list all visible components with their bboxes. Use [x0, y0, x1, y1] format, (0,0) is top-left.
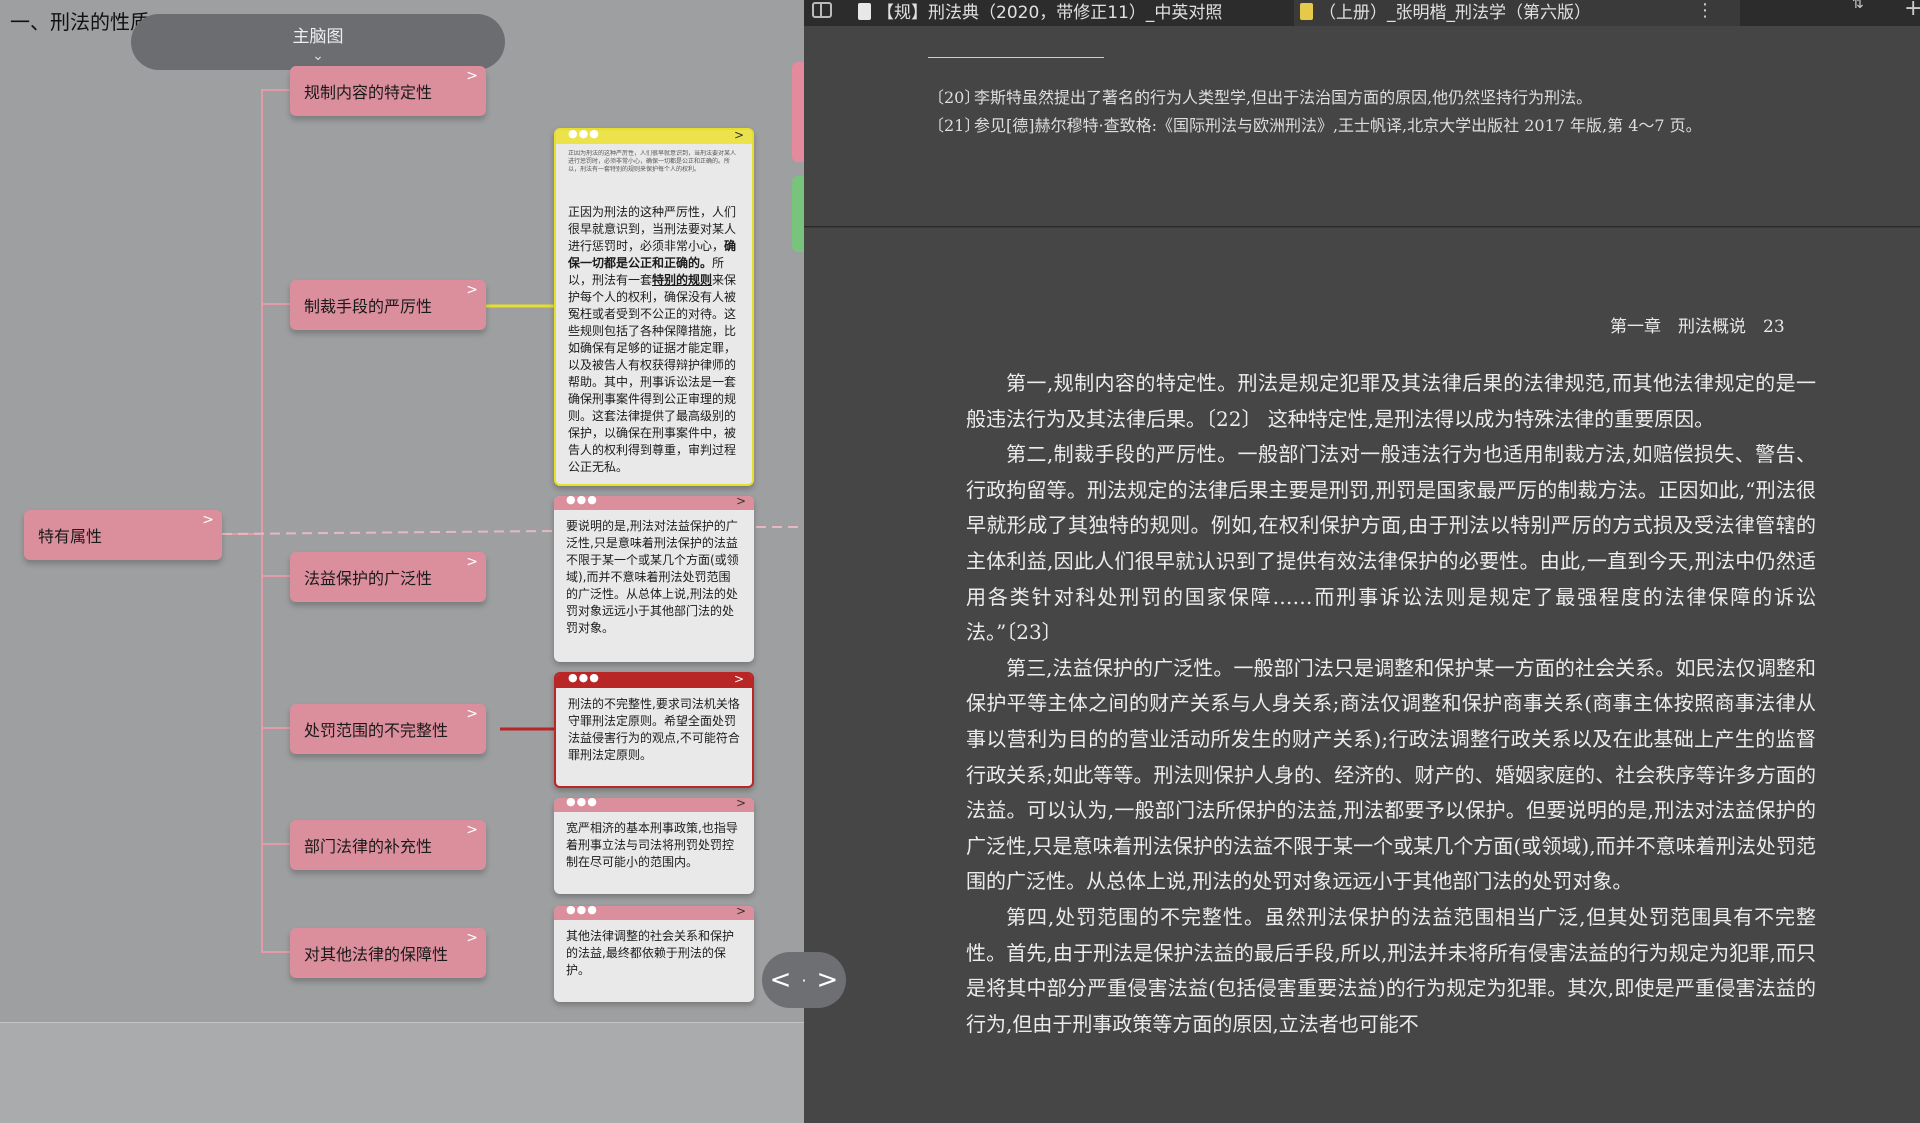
card-header: ●●● > — [554, 496, 754, 510]
card-text-pre: 正因为刑法的这种严厉性，人们很早就意识到，当刑法要对某人进行惩罚时，必须非常小心… — [568, 205, 737, 253]
branch-node-guarantee[interactable]: 对其他法律的保障性 > — [290, 928, 486, 978]
sidebar-toggle-icon[interactable] — [812, 2, 832, 18]
page-navigator[interactable]: < · > — [762, 952, 846, 1008]
expand-arrow-icon[interactable]: > — [736, 496, 746, 508]
expand-arrow-icon[interactable]: > — [736, 906, 746, 918]
connector-root-branch1 — [222, 89, 290, 535]
expand-arrow-icon[interactable]: > — [466, 706, 478, 722]
document-icon — [858, 3, 871, 20]
note-card-guarantee[interactable]: ●●● > 其他法律调整的社会关系和保护的法益,最终都依赖于刑法的保护。 — [554, 906, 754, 1002]
dots-icon: ●●● — [566, 798, 598, 808]
card-header: ●●● > — [554, 798, 754, 812]
tab-criminal-code[interactable]: 【规】刑法典（2020，带修正11）_中英对照 — [858, 0, 1278, 26]
mindmap-pane: 一、刑法的性质 主脑图 ⌄ 特有属性 > 规制内容的特定性 > 制裁手段的严厉性… — [0, 0, 804, 1123]
footnote-number: 〔20〕 — [928, 88, 981, 107]
branch-node-specificity[interactable]: 规制内容的特定性 > — [290, 66, 486, 116]
chevron-down-icon[interactable]: ⌄ — [312, 48, 324, 64]
paragraph: 第二,制裁手段的严厉性。一般部门法对一般违法行为也适用制裁方法,如赔偿损失、警告… — [966, 442, 1816, 645]
reader-tab-bar: 【规】刑法典（2020，带修正11）_中英对照 （上册）_张明楷_刑法学（第六版… — [804, 0, 1920, 26]
root-node[interactable]: 特有属性 > — [24, 510, 222, 560]
running-head: 第一章 刑法概说 23 — [1610, 317, 1785, 337]
paragraph: 第一,规制内容的特定性。刑法是规定犯罪及其法律后果的法律规范,而其他法律规定的是… — [966, 371, 1816, 431]
previous-page-button[interactable]: < — [770, 965, 792, 995]
card-thumbnail-text: 正因为刑法的这种严厉性，人们很早就意识到，当刑法要对某人进行惩罚时，必须非常小心… — [568, 150, 737, 173]
expand-arrow-icon[interactable]: > — [466, 68, 478, 84]
more-options-icon[interactable]: ⋮ — [1696, 0, 1714, 21]
connector-root-trunk — [261, 534, 290, 953]
branch-node-label: 法益保护的广泛性 — [304, 569, 433, 588]
footnote-text: 李斯特虽然提出了著名的行为人类型学,但出于法治国方面的原因,他仍然坚持行为刑法。 — [974, 88, 1593, 107]
sort-arrows-icon[interactable]: ⇅ — [1852, 0, 1864, 11]
expand-arrow-icon[interactable]: > — [734, 130, 744, 142]
divider-dot: · — [801, 970, 807, 990]
note-card-incompleteness[interactable]: ●●● > 刑法的不完整性,要求司法机关恪守罪刑法定原则。希望全面处罚法益侵害行… — [554, 672, 754, 788]
card-header: ●●● > — [556, 674, 752, 688]
previous-page: 〔20〕李斯特虽然提出了著名的行为人类型学,但出于法治国方面的原因,他仍然坚持行… — [804, 26, 1920, 227]
footnote-text: 参见[德]赫尔穆特·查致格:《国际刑法与欧洲刑法》,王士帆译,北京大学出版社 2… — [974, 116, 1702, 135]
branch-node-label: 规制内容的特定性 — [304, 83, 433, 102]
pdf-reader-pane: 【规】刑法典（2020，带修正11）_中英对照 （上册）_张明楷_刑法学（第六版… — [804, 0, 1920, 1123]
expand-arrow-icon[interactable]: > — [466, 822, 478, 838]
add-tab-icon[interactable]: + — [1904, 0, 1920, 21]
breadcrumb: 一、刑法的性质 — [10, 10, 150, 34]
note-card-breadth[interactable]: ●●● > 要说明的是,刑法对法益保护的广泛性,只是意味着刑法保护的法益不限于某… — [554, 496, 754, 662]
card-header: ●●● > — [554, 906, 754, 920]
expand-arrow-icon[interactable]: > — [202, 512, 214, 528]
root-node-label: 特有属性 — [38, 527, 103, 546]
note-card-supplementary[interactable]: ●●● > 宽严相济的基本刑事政策,也指导着刑事立法与司法将刑罚处罚控制在尽可能… — [554, 798, 754, 894]
card-header: ●●● > — [556, 130, 752, 144]
expand-arrow-icon[interactable]: > — [466, 930, 478, 946]
expand-arrow-icon[interactable]: > — [734, 674, 744, 686]
card-body: 其他法律调整的社会关系和保护的法益,最终都依赖于刑法的保护。 — [566, 929, 735, 977]
tab-criminal-law-textbook[interactable]: （上册）_张明楷_刑法学（第六版） — [1294, 0, 1740, 26]
card-text-bold-underlined: 特别的规则 — [652, 273, 713, 287]
dots-icon: ●●● — [568, 128, 600, 140]
footnote-rule — [928, 57, 1104, 58]
branch-node-label: 处罚范围的不完整性 — [304, 721, 449, 740]
dots-icon: ●●● — [568, 672, 600, 684]
offscreen-card-edge-green[interactable] — [792, 176, 804, 252]
card-body: 刑法的不完整性,要求司法机关恪守罪刑法定原则。希望全面处罚法益侵害行为的观点,不… — [568, 697, 740, 762]
paragraph: 第四,处罚范围的不完整性。虽然刑法保护的法益范围相当广泛,但其处罚范围具有不完整… — [966, 904, 1816, 1036]
footnote-20: 〔20〕李斯特虽然提出了著名的行为人类型学,但出于法治国方面的原因,他仍然坚持行… — [928, 84, 1592, 108]
branch-node-supplementary[interactable]: 部门法律的补充性 > — [290, 820, 486, 870]
tab-label: （上册）_张明楷_刑法学（第六版） — [1319, 3, 1591, 23]
branch-node-severity[interactable]: 制裁手段的严厉性 > — [290, 280, 486, 330]
dots-icon: ●●● — [566, 496, 598, 506]
offscreen-card-edge[interactable] — [792, 62, 804, 162]
footnote-21: 〔21〕参见[德]赫尔穆特·查致格:《国际刑法与欧洲刑法》,王士帆译,北京大学出… — [928, 112, 1702, 136]
branch-node-breadth[interactable]: 法益保护的广泛性 > — [290, 552, 486, 602]
card-body: 宽严相济的基本刑事政策,也指导着刑事立法与司法将刑罚处罚控制在尽可能小的范围内。 — [566, 821, 738, 869]
card-body: 正因为刑法的这种严厉性，人们很早就意识到，当刑法要对某人进行惩罚时，必须非常小心… — [556, 196, 752, 482]
page-body: 第一,规制内容的特定性。刑法是规定犯罪及其法律后果的法律规范,而其他法律规定的是… — [966, 366, 1816, 1042]
expand-arrow-icon[interactable]: > — [736, 798, 746, 810]
branch-node-label: 部门法律的补充性 — [304, 837, 433, 856]
mindmap-tab[interactable]: 主脑图 ⌄ — [131, 14, 505, 70]
expand-arrow-icon[interactable]: > — [466, 282, 478, 298]
dots-icon: ●●● — [566, 906, 598, 916]
card-text-post: 来保护每个人的权利，确保没有人被冤枉或者受到不公正的对待。这些规则包括了各种保障… — [568, 273, 737, 474]
note-card-severity[interactable]: ●●● > 正因为刑法的这种严厉性，人们很早就意识到，当刑法要对某人进行惩罚时，… — [554, 128, 754, 486]
expand-arrow-icon[interactable]: > — [466, 554, 478, 570]
next-page-button[interactable]: > — [817, 965, 839, 995]
branch-node-incompleteness[interactable]: 处罚范围的不完整性 > — [290, 704, 486, 754]
tab-label: 【规】刑法典（2020，带修正11）_中英对照 — [877, 3, 1223, 23]
footnote-number: 〔21〕 — [928, 116, 981, 135]
paragraph: 第三,法益保护的广泛性。一般部门法只是调整和保护某一方面的社会关系。如民法仅调整… — [966, 655, 1816, 894]
card-body: 要说明的是,刑法对法益保护的广泛性,只是意味着刑法保护的法益不限于某一个或某几个… — [566, 519, 739, 635]
mindmap-tab-label: 主脑图 — [292, 27, 344, 47]
document-icon — [1300, 3, 1313, 20]
dashed-relation-line — [221, 530, 553, 535]
branch-node-label: 对其他法律的保障性 — [304, 945, 449, 964]
branch-node-label: 制裁手段的严厉性 — [304, 297, 433, 316]
current-page: 第一章 刑法概说 23 第一,规制内容的特定性。刑法是规定犯罪及其法律后果的法律… — [804, 228, 1920, 1123]
